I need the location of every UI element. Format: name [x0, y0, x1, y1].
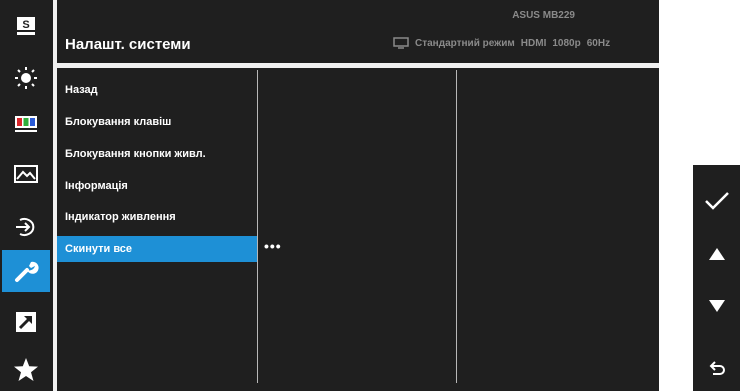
monitor-icon	[393, 37, 409, 49]
status-input: HDMI	[520, 37, 547, 49]
sidebar-item-splendid[interactable]: S	[2, 5, 50, 47]
menu-item-label: Інформація	[65, 180, 128, 192]
sidebar-item-system-setup[interactable]	[2, 250, 50, 292]
sidebar-item-color[interactable]	[2, 103, 50, 145]
menu-item-reset-all[interactable]: Скинути все	[57, 236, 257, 262]
menu-item-back[interactable]: Назад	[57, 77, 257, 103]
back-button[interactable]	[693, 349, 740, 389]
back-icon	[709, 361, 725, 375]
header-divider	[53, 63, 659, 68]
sidebar: S	[0, 0, 53, 391]
sidebar-item-shortcut[interactable]	[2, 301, 50, 343]
menu-item-label: Блокування клавіш	[65, 116, 172, 128]
input-select-icon	[16, 218, 35, 236]
status-resolution: 1080p	[552, 37, 581, 49]
menu-item-label: Блокування кнопки живл.	[65, 148, 206, 160]
sidebar-item-image[interactable]	[2, 153, 50, 195]
favorite-icon	[14, 358, 38, 381]
menu-item-label: Індикатор живлення	[65, 211, 176, 223]
menu-item-power-indicator[interactable]: Індикатор живлення	[57, 204, 257, 230]
keypad	[693, 165, 740, 391]
brightness-icon	[15, 67, 37, 89]
up-button[interactable]	[693, 234, 740, 274]
status-bar: Стандартний режим HDMI 1080p 60Hz	[393, 37, 610, 49]
menu-item-power-key-lock[interactable]: Блокування кнопки живл.	[57, 141, 257, 167]
check-icon	[704, 192, 729, 210]
color-icon	[15, 116, 37, 132]
confirm-button[interactable]	[693, 181, 740, 221]
status-refresh: 60Hz	[586, 37, 611, 49]
splendid-label: S	[22, 19, 29, 31]
model-name: ASUS MB229	[512, 10, 575, 21]
menu-item-information[interactable]: Інформація	[57, 173, 257, 199]
system-setup-icon	[15, 261, 39, 282]
menu-item-label: Скинути все	[65, 243, 133, 255]
menu-item-key-lock[interactable]: Блокування клавіш	[57, 109, 257, 135]
page-title: Налашт. системи	[65, 36, 191, 53]
image-icon	[14, 165, 38, 183]
column-divider	[257, 70, 258, 383]
arrow-up-icon	[708, 248, 725, 260]
osd-menu: S Налашт. системи ASUS MB229 Стандартний…	[0, 0, 659, 391]
sidebar-item-input-select[interactable]	[2, 206, 50, 248]
arrow-down-icon	[708, 300, 725, 312]
menu-item-label: Назад	[65, 84, 98, 96]
splendid-icon: S	[17, 17, 35, 35]
column-divider	[456, 70, 457, 383]
status-mode: Стандартний режим	[415, 37, 515, 49]
down-button[interactable]	[693, 286, 740, 326]
submenu-indicator: •••	[264, 238, 282, 254]
sidebar-item-favorite[interactable]	[2, 349, 50, 391]
sidebar-item-brightness[interactable]	[2, 57, 50, 99]
shortcut-icon	[16, 312, 36, 332]
